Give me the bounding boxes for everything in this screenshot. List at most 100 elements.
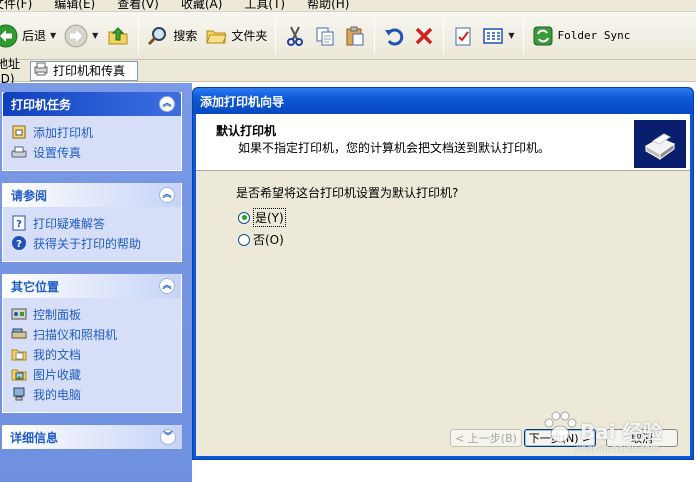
link-print-troubleshooter-label: 打印疑难解答 (33, 216, 106, 231)
menu-view[interactable]: 查看(V) (117, 0, 159, 11)
radio-yes[interactable]: 是(Y) (238, 208, 286, 227)
place-my-pictures[interactable]: 图片收藏 (11, 364, 173, 384)
my-documents-icon (11, 346, 27, 362)
see-also-group: 请参阅 ︽ ? 打印疑难解答 ? 获得关于打印的帮助 (2, 183, 182, 262)
address-field[interactable]: 打印机和传真 (30, 60, 138, 81)
search-icon (147, 25, 169, 47)
menu-tools[interactable]: 工具(T) (244, 0, 285, 11)
task-setup-fax-label: 设置传真 (33, 145, 82, 160)
next-step-button[interactable]: 下一步(N) > (524, 429, 596, 447)
undo-button[interactable] (379, 16, 409, 56)
views-button[interactable]: ▼ (478, 16, 518, 56)
details-title: 详细信息 (10, 430, 59, 445)
scanner-icon (11, 326, 27, 342)
search-button[interactable]: 搜索 (143, 16, 201, 56)
cut-button[interactable] (280, 16, 310, 56)
printer-wizard-icon (634, 120, 686, 168)
radio-yes-label: 是(Y) (253, 208, 286, 227)
fax-icon (11, 144, 27, 160)
back-dropdown-icon[interactable]: ▼ (50, 31, 56, 40)
place-control-panel[interactable]: 控制面板 (11, 304, 173, 324)
properties-icon (452, 25, 474, 47)
delete-button[interactable] (409, 16, 439, 56)
printer-folder-icon (33, 62, 49, 80)
up-folder-icon (106, 24, 130, 48)
wizard-title-bar[interactable]: 添加打印机向导 (193, 88, 693, 114)
address-bar: 地址(D) 打印机和传真 (0, 57, 696, 86)
collapse-chevron-icon[interactable]: ︽ (159, 278, 175, 294)
menu-help[interactable]: 帮助(H) (307, 0, 349, 11)
folders-button[interactable]: 文件夹 (201, 16, 271, 56)
forward-dropdown-icon[interactable]: ▼ (92, 31, 98, 40)
menu-file[interactable]: 文件(F) (0, 0, 32, 11)
other-places-group: 其它位置 ︽ 控制面板 扫描仪和照相机 我的文档 图片收藏 我的电脑 (2, 274, 182, 413)
toolbar-separator (138, 17, 140, 54)
svg-text:?: ? (16, 239, 22, 250)
expand-chevron-icon[interactable]: ︾ (160, 429, 176, 445)
place-scanners-cameras[interactable]: 扫描仪和照相机 (11, 324, 173, 344)
folder-sync-label: Folder Sync (557, 29, 631, 42)
folder-sync-icon (532, 25, 554, 47)
views-grid-icon (482, 25, 504, 47)
place-my-computer[interactable]: 我的电脑 (11, 384, 173, 404)
toolbar-separator (522, 17, 524, 54)
collapse-chevron-icon[interactable]: ︽ (159, 187, 175, 203)
radio-yes-button[interactable] (238, 211, 250, 224)
menu-edit[interactable]: 编辑(E) (54, 0, 95, 11)
radio-no[interactable]: 否(O) (238, 231, 284, 248)
add-printer-icon (11, 124, 27, 140)
back-label: 后退 (22, 29, 47, 43)
link-print-troubleshooter[interactable]: ? 打印疑难解答 (11, 213, 173, 233)
back-step-button[interactable]: < 上一步(B) (450, 429, 522, 447)
wizard-heading: 默认打印机 (216, 124, 277, 138)
printer-tasks-title: 打印机任务 (11, 97, 72, 112)
default-printer-question: 是否希望将这台打印机设置为默认打印机? (236, 186, 459, 200)
see-also-title: 请参阅 (11, 188, 48, 203)
task-setup-fax[interactable]: 设置传真 (11, 142, 173, 162)
search-label: 搜索 (173, 29, 198, 43)
details-header[interactable]: 详细信息 ︾ (2, 425, 182, 449)
details-group: 详细信息 ︾ (2, 425, 182, 449)
copy-icon (314, 25, 336, 47)
radio-no-button[interactable] (238, 233, 250, 246)
link-print-help[interactable]: ? 获得关于打印的帮助 (11, 233, 173, 253)
scissors-icon (284, 25, 306, 47)
wizard-header: 默认打印机 如果不指定打印机，您的计算机会把文档送到默认打印机。 (196, 114, 690, 171)
control-panel-icon (11, 306, 27, 322)
place-my-documents-label: 我的文档 (33, 347, 82, 362)
other-places-header[interactable]: 其它位置 ︽ (3, 274, 181, 298)
printer-tasks-header[interactable]: 打印机任务 ︽ (3, 92, 181, 116)
menu-bar: 文件(F) 编辑(E) 查看(V) 收藏(A) 工具(T) 帮助(H) (0, 0, 696, 12)
place-my-computer-label: 我的电脑 (33, 387, 82, 402)
link-print-help-label: 获得关于打印的帮助 (33, 236, 142, 251)
help-circle-icon: ? (11, 235, 27, 251)
collapse-chevron-icon[interactable]: ︽ (159, 96, 175, 112)
task-add-printer[interactable]: 添加打印机 (11, 122, 173, 142)
radio-no-label: 否(O) (253, 233, 284, 247)
wizard-subheading: 如果不指定打印机，您的计算机会把文档送到默认打印机。 (238, 141, 551, 155)
properties-button[interactable] (448, 16, 478, 56)
menu-favorites[interactable]: 收藏(A) (181, 0, 223, 11)
forward-arrow-icon (64, 24, 88, 48)
place-my-documents[interactable]: 我的文档 (11, 344, 173, 364)
copy-button[interactable] (310, 16, 340, 56)
my-pictures-icon (11, 366, 27, 382)
address-label: 地址(D) (0, 57, 21, 86)
up-folder-button[interactable] (102, 16, 134, 56)
task-pane: 打印机任务 ︽ 添加打印机 设置传真 请参阅 ︽ ? 打印疑难解答 ? 获得关于… (0, 83, 192, 482)
back-button[interactable]: 后退 ▼ (0, 16, 60, 56)
place-control-panel-label: 控制面板 (33, 307, 82, 322)
paste-button[interactable] (340, 16, 370, 56)
help-book-icon: ? (11, 215, 27, 231)
folder-icon (205, 25, 228, 47)
see-also-header[interactable]: 请参阅 ︽ (3, 183, 181, 207)
forward-button[interactable]: ▼ (60, 16, 102, 56)
toolbar-separator (443, 17, 445, 54)
cancel-button[interactable]: 取消 (606, 429, 678, 447)
toolbar-separator (374, 17, 376, 54)
folder-sync-button[interactable]: Folder Sync (528, 16, 635, 56)
printer-tasks-group: 打印机任务 ︽ 添加打印机 设置传真 (2, 92, 182, 171)
views-dropdown-icon[interactable]: ▼ (508, 31, 514, 40)
paste-icon (344, 25, 366, 47)
radio-selected-dot (241, 215, 247, 220)
